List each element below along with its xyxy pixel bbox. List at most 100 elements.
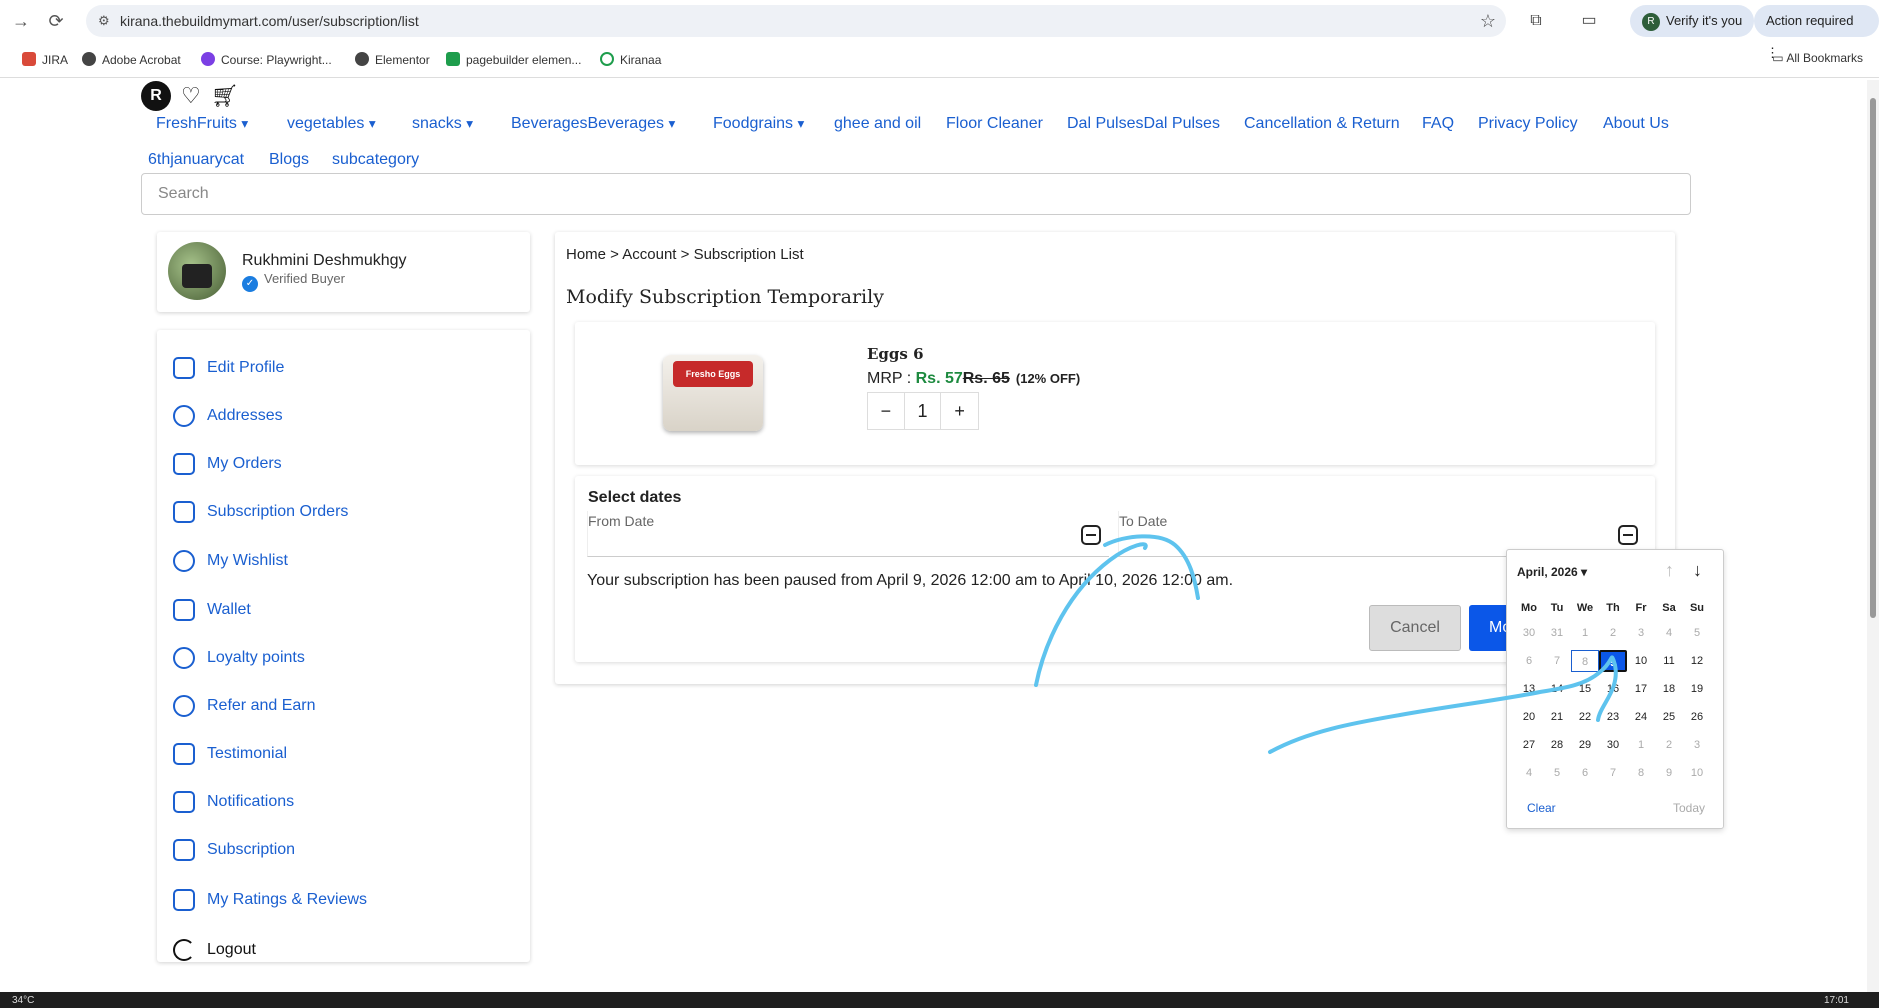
datepicker-day[interactable]: 23	[1599, 706, 1627, 728]
datepicker-day[interactable]: 26	[1683, 706, 1711, 728]
reload-icon[interactable]: ⟳	[45, 10, 67, 32]
datepicker-day[interactable]: 9	[1655, 762, 1683, 784]
nav-6thjanuarycat[interactable]: 6thjanuarycat	[148, 151, 244, 169]
datepicker-day[interactable]: 9	[1599, 650, 1627, 672]
datepicker-day[interactable]: 6	[1515, 650, 1543, 672]
nav-foodgrains[interactable]: Foodgrains ▾	[713, 115, 804, 133]
datepicker-day[interactable]: 20	[1515, 706, 1543, 728]
datepicker-day[interactable]: 18	[1655, 678, 1683, 700]
nav-floor-cleaner[interactable]: Floor Cleaner	[946, 115, 1043, 133]
datepicker-today-button[interactable]: Today	[1673, 801, 1705, 815]
nav-snacks[interactable]: snacks ▾	[412, 115, 473, 133]
nav-freshfruits[interactable]: FreshFruits ▾	[156, 115, 248, 133]
menu-subscription[interactable]: Subscription	[173, 836, 295, 864]
datepicker-day[interactable]: 7	[1599, 762, 1627, 784]
menu-testimonial[interactable]: Testimonial	[173, 740, 287, 768]
datepicker-day[interactable]: 19	[1683, 678, 1711, 700]
datepicker-day[interactable]: 12	[1683, 650, 1711, 672]
menu-logout[interactable]: Logout	[173, 936, 256, 964]
bookmark-elementor[interactable]: Elementor	[355, 51, 430, 69]
bookmark-star-icon[interactable]: ☆	[1480, 5, 1496, 37]
scrollbar-thumb[interactable]	[1870, 98, 1876, 618]
menu-subscription-orders[interactable]: Subscription Orders	[173, 498, 348, 526]
datepicker-day[interactable]: 29	[1571, 734, 1599, 756]
datepicker-day[interactable]: 5	[1543, 762, 1571, 784]
datepicker-day[interactable]: 30	[1515, 622, 1543, 644]
datepicker-day[interactable]: 8	[1571, 650, 1599, 672]
bookmark-pagebuilder[interactable]: pagebuilder elemen...	[446, 51, 581, 69]
site-settings-icon[interactable]: ⚙	[98, 5, 110, 37]
datepicker-day[interactable]: 10	[1627, 650, 1655, 672]
datepicker-day[interactable]: 5	[1683, 622, 1711, 644]
menu-refer-and-earn[interactable]: Refer and Earn	[173, 692, 316, 720]
previous-month-arrow-icon[interactable]: ↑	[1665, 560, 1674, 581]
datepicker-day[interactable]: 13	[1515, 678, 1543, 700]
menu-my-wishlist[interactable]: My Wishlist	[173, 547, 288, 575]
bookmark-jira[interactable]: JIRA	[22, 51, 68, 69]
datepicker-day[interactable]: 4	[1655, 622, 1683, 644]
menu-notifications[interactable]: Notifications	[173, 788, 294, 816]
datepicker-day[interactable]: 4	[1515, 762, 1543, 784]
menu-edit-profile[interactable]: Edit Profile	[173, 354, 284, 382]
datepicker-day[interactable]: 28	[1543, 734, 1571, 756]
datepicker-day[interactable]: 2	[1599, 622, 1627, 644]
menu-my-orders[interactable]: My Orders	[173, 450, 282, 478]
menu-wallet[interactable]: Wallet	[173, 596, 251, 624]
datepicker-day[interactable]: 17	[1627, 678, 1655, 700]
datepicker-day[interactable]: 3	[1627, 622, 1655, 644]
cast-icon[interactable]: ▭	[1578, 10, 1600, 32]
nav-cancellation-return[interactable]: Cancellation & Return	[1244, 115, 1400, 133]
action-required-button[interactable]: Action required ⋮	[1754, 5, 1879, 60]
datepicker-day[interactable]: 15	[1571, 678, 1599, 700]
verify-identity-button[interactable]: R Verify it's you	[1630, 5, 1755, 37]
nav-subcategory[interactable]: subcategory	[332, 151, 419, 169]
calendar-icon[interactable]	[1618, 525, 1638, 545]
datepicker-day[interactable]: 1	[1571, 622, 1599, 644]
datepicker-day[interactable]: 2	[1655, 734, 1683, 756]
bookmark-playwright[interactable]: Course: Playwright...	[201, 51, 332, 69]
menu-addresses[interactable]: Addresses	[173, 402, 283, 430]
increase-quantity-button[interactable]: +	[941, 393, 978, 429]
bookmark-kiranaa[interactable]: Kiranaa	[600, 51, 661, 69]
datepicker-day[interactable]: 21	[1543, 706, 1571, 728]
datepicker-day[interactable]: 7	[1543, 650, 1571, 672]
back-arrow-icon[interactable]: →	[10, 10, 32, 32]
datepicker-month-select[interactable]: April, 2026 ▾	[1517, 565, 1587, 579]
page-scrollbar[interactable]	[1867, 80, 1879, 992]
datepicker-day[interactable]: 16	[1599, 678, 1627, 700]
datepicker-day[interactable]: 3	[1683, 734, 1711, 756]
address-bar[interactable]: ⚙ kirana.thebuildmymart.com/user/subscri…	[86, 5, 1506, 37]
nav-privacy-policy[interactable]: Privacy Policy	[1478, 115, 1578, 133]
datepicker-day[interactable]: 10	[1683, 762, 1711, 784]
nav-faq[interactable]: FAQ	[1422, 115, 1454, 133]
from-date-field[interactable]: From Date	[587, 511, 1109, 557]
menu-my-ratings-reviews[interactable]: My Ratings & Reviews	[173, 886, 367, 914]
all-bookmarks[interactable]: ▭ All Bookmarks	[1772, 51, 1863, 65]
datepicker-clear-button[interactable]: Clear	[1527, 801, 1556, 815]
cancel-button[interactable]: Cancel	[1369, 605, 1461, 651]
decrease-quantity-button[interactable]: −	[868, 393, 905, 429]
nav-beverages[interactable]: BeveragesBeverages ▾	[511, 115, 675, 133]
datepicker-day[interactable]: 25	[1655, 706, 1683, 728]
bookmark-acrobat[interactable]: Adobe Acrobat	[82, 51, 181, 69]
nav-blogs[interactable]: Blogs	[269, 151, 309, 169]
menu-loyalty-points[interactable]: Loyalty points	[173, 644, 305, 672]
datepicker-day[interactable]: 1	[1627, 734, 1655, 756]
extensions-icon[interactable]: ⧉	[1525, 10, 1547, 32]
datepicker-day[interactable]: 24	[1627, 706, 1655, 728]
next-month-arrow-icon[interactable]: ↓	[1693, 560, 1702, 581]
datepicker-day[interactable]: 8	[1627, 762, 1655, 784]
nav-ghee-and-oil[interactable]: ghee and oil	[834, 115, 921, 133]
datepicker-day[interactable]: 11	[1655, 650, 1683, 672]
cart-icon[interactable]: 🛒︎	[211, 83, 239, 109]
nav-dal-pulses[interactable]: Dal PulsesDal Pulses	[1067, 115, 1220, 133]
datepicker-day[interactable]: 31	[1543, 622, 1571, 644]
nav-about-us[interactable]: About Us	[1603, 115, 1669, 133]
search-input[interactable]: Search	[141, 173, 1691, 215]
calendar-icon[interactable]	[1081, 525, 1101, 545]
site-logo[interactable]: R	[141, 81, 171, 111]
datepicker-day[interactable]: 27	[1515, 734, 1543, 756]
datepicker-day[interactable]: 14	[1543, 678, 1571, 700]
datepicker-day[interactable]: 6	[1571, 762, 1599, 784]
datepicker-day[interactable]: 30	[1599, 734, 1627, 756]
